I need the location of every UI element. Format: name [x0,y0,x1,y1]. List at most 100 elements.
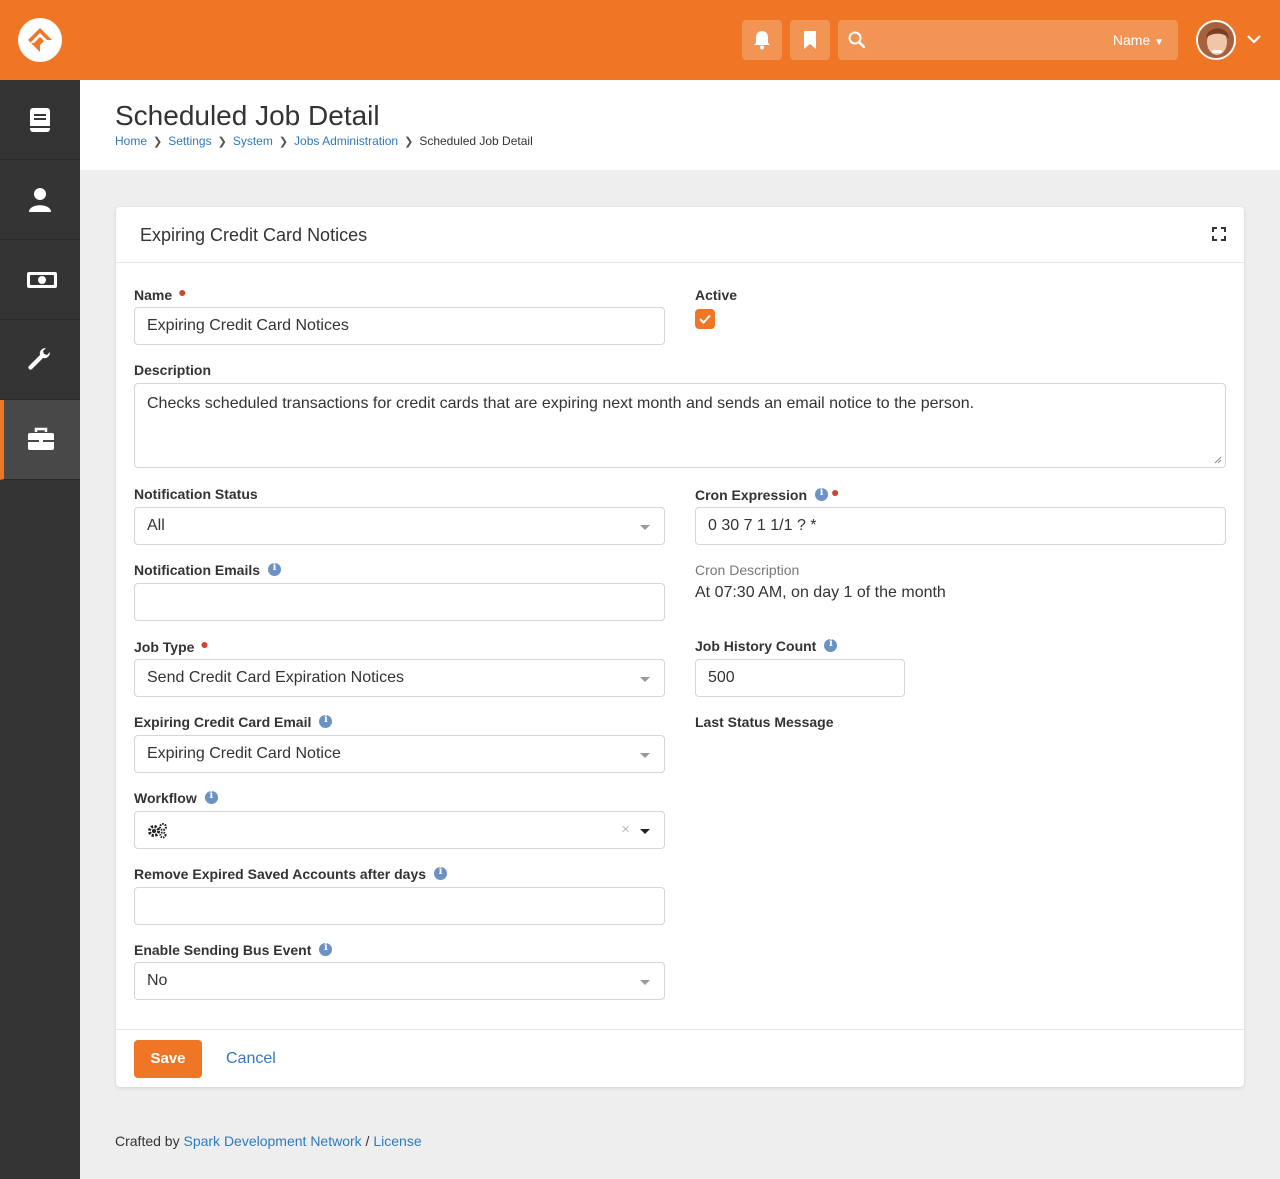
gears-icon [148,823,167,839]
search-box[interactable]: Name ▼ [838,20,1178,60]
caret-down-icon [640,829,650,834]
workflow-label-text: Workflow [134,790,197,806]
license-link[interactable]: License [373,1133,421,1149]
job-type-select[interactable]: Send Credit Card Expiration Notices [134,659,665,697]
notification-status-value: All [147,517,165,534]
info-icon[interactable] [204,790,218,804]
description-label: Description [134,362,212,378]
sidebar-item-pages[interactable] [0,80,80,160]
active-checkbox[interactable] [695,309,715,329]
page-header: Scheduled Job Detail Home ❯ Settings ❯ S… [80,80,1280,170]
notification-emails-label: Notification Emails [134,562,282,578]
info-icon[interactable] [319,942,333,956]
search-filter-dropdown[interactable]: Name ▼ [1113,32,1164,48]
resize-handle-icon[interactable] [1214,456,1222,464]
caret-down-icon [640,753,650,758]
required-indicator: ● [178,284,187,300]
job-type-label-text: Job Type [134,639,195,655]
clear-icon[interactable]: × [621,821,630,838]
breadcrumb-home[interactable]: Home [115,134,147,148]
expiring-email-value: Expiring Credit Card Notice [147,745,341,762]
info-icon[interactable] [815,487,829,501]
footer: Crafted by Spark Development Network / L… [115,1133,422,1149]
enable-bus-event-select[interactable]: No [134,962,665,1000]
remove-expired-label: Remove Expired Saved Accounts after days [134,866,448,882]
checkmark-icon [699,314,711,324]
bookmark-icon [804,31,816,49]
cron-description-value: At 07:30 AM, on day 1 of the month [695,584,946,601]
breadcrumb-settings[interactable]: Settings [168,134,211,148]
remove-expired-label-text: Remove Expired Saved Accounts after days [134,866,427,882]
divider [116,1029,1244,1030]
required-indicator: ● [200,636,209,652]
expiring-email-label-text: Expiring Credit Card Email [134,714,312,730]
remove-expired-input[interactable] [134,887,665,925]
info-icon[interactable] [319,714,333,728]
search-icon [848,31,866,49]
notification-status-label: Notification Status [134,486,258,502]
cron-expression-label-text: Cron Expression [695,487,808,503]
info-icon[interactable] [824,638,838,652]
sidebar [0,80,80,1179]
workflow-label: Workflow [134,790,218,806]
chevron-right-icon: ❯ [217,135,227,148]
sidebar-item-finance[interactable] [0,240,80,320]
job-history-count-label: Job History Count [695,638,838,654]
last-status-message-label: Last Status Message [695,714,834,730]
avatar[interactable] [1196,20,1236,60]
chevron-right-icon: ❯ [404,135,414,148]
notification-emails-input[interactable] [134,583,665,621]
active-label: Active [695,287,738,303]
name-label-text: Name [134,287,173,303]
breadcrumb-jobs-administration[interactable]: Jobs Administration [294,134,398,148]
caret-down-icon [640,677,650,682]
footer-prefix: Crafted by [115,1133,184,1149]
book-icon [30,108,50,132]
job-type-value: Send Credit Card Expiration Notices [147,669,405,686]
expiring-email-label: Expiring Credit Card Email [134,714,333,730]
cron-expression-value: 0 30 7 1 1/1 ? * [708,517,817,534]
workflow-picker[interactable]: × [134,811,665,849]
sidebar-item-admin[interactable] [0,400,80,480]
sidebar-item-people[interactable] [0,160,80,240]
fullscreen-icon[interactable] [1212,227,1226,241]
job-type-label: Job Type ● [134,636,209,655]
enable-bus-event-label-text: Enable Sending Bus Event [134,942,312,958]
cancel-button[interactable]: Cancel [226,1050,276,1068]
job-history-count-value: 500 [708,669,735,686]
enable-bus-event-value: No [147,972,168,989]
info-icon[interactable] [268,562,282,576]
notification-status-select[interactable]: All [134,507,665,545]
person-icon [29,188,51,212]
breadcrumb-current: Scheduled Job Detail [419,134,533,148]
name-input-value: Expiring Credit Card Notices [147,317,349,334]
cron-expression-input[interactable]: 0 30 7 1 1/1 ? * [695,507,1226,545]
chevron-right-icon: ❯ [278,135,289,148]
enable-bus-event-label: Enable Sending Bus Event [134,942,333,958]
footer-separator: / [361,1133,374,1149]
chevron-down-icon[interactable] [1246,31,1262,47]
breadcrumb-system[interactable]: System [233,134,273,148]
notifications-button[interactable] [742,20,782,60]
job-history-count-input[interactable]: 500 [695,659,905,697]
caret-down-icon [640,525,650,530]
name-label: Name ● [134,284,187,303]
save-button[interactable]: Save [134,1040,202,1078]
cron-description-label: Cron Description [695,562,800,578]
job-history-count-label-text: Job History Count [695,638,817,654]
briefcase-icon [28,427,54,450]
bookmarks-button[interactable] [790,20,830,60]
required-indicator: ● [831,484,840,500]
sidebar-item-tools[interactable] [0,320,80,400]
name-input[interactable]: Expiring Credit Card Notices [134,307,665,345]
money-icon [27,272,57,288]
panel-heading: Expiring Credit Card Notices [116,207,1244,263]
expiring-email-select[interactable]: Expiring Credit Card Notice [134,735,665,773]
wrench-icon [28,348,50,370]
description-textarea[interactable]: Checks scheduled transactions for credit… [134,383,1226,468]
page-title: Scheduled Job Detail [115,100,380,131]
info-icon[interactable] [434,866,448,880]
rock-logo-icon[interactable] [18,18,62,62]
spark-link[interactable]: Spark Development Network [183,1133,361,1149]
job-detail-panel: Expiring Credit Card Notices Name ● Expir… [116,207,1244,1087]
